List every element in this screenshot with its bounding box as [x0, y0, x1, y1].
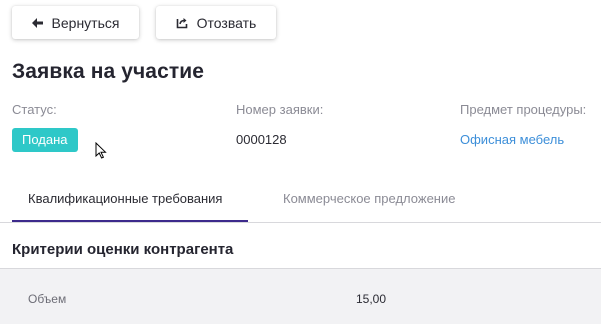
table-row: Объем 15,00: [0, 269, 601, 324]
subject-link[interactable]: Офисная мебель: [460, 132, 586, 147]
tab-commercial-offer[interactable]: Коммерческое предложение: [283, 174, 455, 222]
row-label: Объем: [28, 292, 67, 306]
number-label: Номер заявки:: [236, 102, 324, 117]
mouse-cursor-icon: [95, 141, 107, 164]
tabs-divider: [0, 222, 601, 223]
revoke-button-label: Отозвать: [196, 14, 257, 31]
subject-block: Предмет процедуры: Офисная мебель: [460, 102, 586, 147]
section-title: Критерии оценки контрагента: [12, 241, 234, 258]
page-title: Заявка на участие: [12, 60, 205, 83]
number-block: Номер заявки: 0000128: [236, 102, 323, 147]
revoke-button[interactable]: Отозвать: [156, 6, 276, 39]
status-block: Статус: Подана: [12, 102, 78, 152]
application-page: Вернуться Отозвать Заявка на участие Ста…: [0, 0, 601, 324]
status-badge: Подана: [12, 128, 78, 152]
tabs: Квалификационные требования Коммерческое…: [0, 174, 601, 224]
tab-qualification-requirements[interactable]: Квалификационные требования: [12, 174, 248, 223]
number-value: 0000128: [236, 132, 287, 147]
row-value: 15,00: [356, 292, 387, 306]
subject-label: Предмет процедуры:: [460, 102, 587, 117]
back-button[interactable]: Вернуться: [12, 6, 139, 39]
toolbar: Вернуться Отозвать: [12, 6, 276, 39]
arrow-left-icon: [31, 17, 43, 28]
revoke-icon: [176, 17, 188, 29]
back-button-label: Вернуться: [51, 14, 120, 31]
status-label: Статус:: [12, 102, 57, 117]
